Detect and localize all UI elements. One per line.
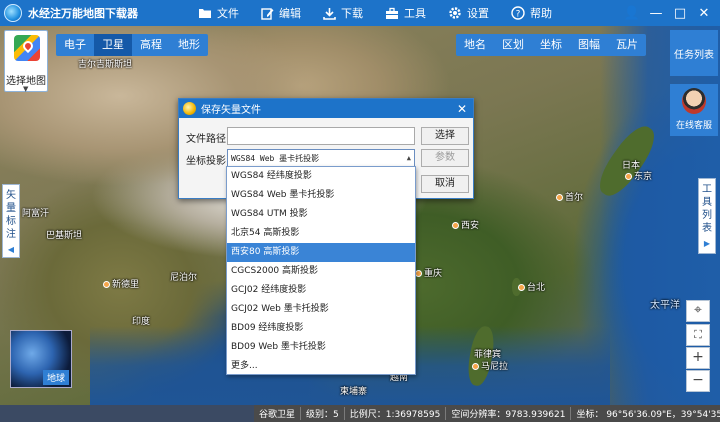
earth-view-label: 地球 bbox=[42, 370, 69, 385]
status-map-source: 谷歌卫星 bbox=[254, 407, 302, 420]
menu-settings[interactable]: 设置 bbox=[448, 5, 489, 21]
tab-electronic[interactable]: 电子 bbox=[56, 34, 94, 56]
projection-option[interactable]: CGCS2000 高斯投影 bbox=[227, 262, 415, 281]
map-place-label: 马尼拉 bbox=[472, 359, 508, 372]
folder-icon bbox=[199, 9, 211, 18]
task-list-button[interactable]: 任务列表 bbox=[670, 30, 718, 76]
projection-option[interactable]: BD09 Web 墨卡托投影 bbox=[227, 338, 415, 357]
projection-option[interactable]: WGS84 UTM 投影 bbox=[227, 205, 415, 224]
projection-option[interactable]: 西安80 高斯投影 bbox=[227, 243, 415, 262]
help-icon: ? bbox=[511, 6, 525, 20]
tool-tiles[interactable]: 瓦片 bbox=[608, 34, 646, 56]
chevron-right-icon: ▶ bbox=[703, 239, 711, 248]
chevron-down-icon: ▲ bbox=[406, 154, 411, 162]
projection-option[interactable]: GCJ02 Web 墨卡托投影 bbox=[227, 300, 415, 319]
projection-option[interactable]: BD09 经纬度投影 bbox=[227, 319, 415, 338]
minimize-button[interactable]: — bbox=[644, 6, 668, 21]
app-logo-icon bbox=[4, 4, 22, 22]
title-bar: 水经注万能地图下载器 文件 编辑 下载 工具 设置 ? 帮助 👤 — □ ✕ bbox=[0, 0, 720, 26]
dialog-title: 保存矢量文件 bbox=[201, 105, 261, 116]
map-place-label: 尼泊尔 bbox=[170, 273, 198, 283]
tool-regions[interactable]: 区划 bbox=[494, 34, 532, 56]
map-tools-bar: 地名 区划 坐标 图幅 瓦片 bbox=[456, 34, 646, 56]
chevron-left-icon: ◀ bbox=[7, 245, 15, 254]
map-place-label: 柬埔寨 bbox=[340, 387, 368, 397]
customer-service-button[interactable]: 在线客服 bbox=[670, 84, 718, 136]
projection-dropdown-list: WGS84 经纬度投影 WGS84 Web 墨卡托投影 WGS84 UTM 投影 北京… bbox=[226, 166, 416, 375]
projection-select[interactable]: WGS84 Web 墨卡托投影 ▲ bbox=[227, 149, 415, 167]
dialog-app-icon bbox=[183, 102, 196, 115]
status-scale: 比例尺：1:36978595 bbox=[345, 407, 447, 420]
tab-elevation[interactable]: 高程 bbox=[132, 34, 170, 56]
menu-help[interactable]: ? 帮助 bbox=[511, 5, 552, 21]
tab-terrain[interactable]: 地形 bbox=[170, 34, 208, 56]
locate-button[interactable]: ⌖ bbox=[686, 300, 710, 322]
vector-annotation-tab[interactable]: 矢量标注 ◀ bbox=[2, 184, 20, 258]
tool-list-label: 工具列表 bbox=[702, 184, 712, 234]
zoom-out-button[interactable]: − bbox=[686, 370, 710, 392]
main-menu: 文件 编辑 下载 工具 设置 ? 帮助 bbox=[198, 0, 574, 26]
status-coordinates: 坐标： 96°56'36.09"E，39°54'35.05"N bbox=[576, 410, 720, 420]
fullscreen-button[interactable]: ⛶ bbox=[686, 324, 710, 346]
menu-tools[interactable]: 工具 bbox=[385, 5, 426, 21]
download-icon bbox=[323, 7, 336, 20]
tool-place-names[interactable]: 地名 bbox=[456, 34, 494, 56]
zoom-in-button[interactable]: + bbox=[686, 347, 710, 369]
close-button[interactable]: ✕ bbox=[692, 6, 716, 21]
select-map-button[interactable]: 选择地图 ▼ bbox=[4, 30, 48, 93]
tool-map-sheets[interactable]: 图幅 bbox=[570, 34, 608, 56]
map-place-label: 太平洋 bbox=[650, 300, 680, 311]
edit-icon bbox=[261, 7, 274, 20]
earth-view-button[interactable]: 地球 bbox=[10, 330, 72, 388]
window-controls: 👤 — □ ✕ bbox=[620, 0, 716, 26]
tab-satellite[interactable]: 卫星 bbox=[94, 34, 132, 56]
app-title: 水经注万能地图下载器 bbox=[28, 7, 138, 20]
chevron-down-icon: ▼ bbox=[23, 85, 29, 93]
tool-list-tab[interactable]: 工具列表 ▶ bbox=[698, 178, 716, 254]
map-place-label: 巴基斯坦 bbox=[46, 231, 83, 241]
dialog-title-bar[interactable]: 保存矢量文件 ✕ bbox=[179, 99, 473, 118]
map-place-label: 印度 bbox=[132, 317, 151, 327]
status-area-left bbox=[0, 405, 254, 422]
projection-option[interactable]: GCJ02 经纬度投影 bbox=[227, 281, 415, 300]
user-icon[interactable]: 👤 bbox=[620, 6, 644, 21]
projection-option[interactable]: WGS84 Web 墨卡托投影 bbox=[227, 186, 415, 205]
projection-selected-value: WGS84 Web 墨卡托投影 bbox=[231, 154, 320, 163]
menu-file[interactable]: 文件 bbox=[198, 5, 239, 21]
menu-download[interactable]: 下载 bbox=[323, 5, 363, 21]
dialog-close-icon[interactable]: ✕ bbox=[457, 102, 467, 116]
map-place-label: 首尔 bbox=[556, 190, 583, 203]
map-place-label: 东京 bbox=[625, 169, 652, 182]
customer-service-label: 在线客服 bbox=[675, 121, 712, 131]
map-place-label: 新德里 bbox=[103, 277, 139, 290]
toolbox-icon bbox=[386, 7, 398, 19]
status-resolution: 空间分辨率：9783.939621 bbox=[446, 407, 572, 420]
params-button[interactable]: 参数 bbox=[421, 149, 469, 167]
map-place-label: 阿富汗 bbox=[22, 209, 50, 219]
gear-icon bbox=[449, 7, 461, 19]
projection-option[interactable]: 更多... bbox=[227, 357, 415, 376]
file-path-label: 文件路径: bbox=[186, 134, 230, 145]
maximize-button[interactable]: □ bbox=[668, 6, 692, 21]
menu-edit[interactable]: 编辑 bbox=[261, 5, 301, 21]
map-type-tabs: 电子 卫星 高程 地形 bbox=[56, 34, 208, 56]
projection-label: 坐标投影: bbox=[186, 156, 230, 167]
map-place-label: 西安 bbox=[452, 218, 479, 231]
agent-avatar-icon bbox=[682, 88, 706, 114]
status-bar: 谷歌卫星 级别：5 比例尺：1:36978595 空间分辨率：9783.9396… bbox=[254, 405, 720, 422]
file-path-input[interactable] bbox=[227, 127, 415, 145]
svg-text:?: ? bbox=[516, 10, 521, 20]
map-place-label: 重庆 bbox=[415, 266, 442, 279]
projection-option[interactable]: 北京54 高斯投影 bbox=[227, 224, 415, 243]
tool-coordinates[interactable]: 坐标 bbox=[532, 34, 570, 56]
vector-annotation-label: 矢量标注 bbox=[6, 190, 16, 240]
cancel-button[interactable]: 取消 bbox=[421, 175, 469, 193]
status-zoom-level: 级别：5 bbox=[301, 407, 345, 420]
map-place-label: 台北 bbox=[518, 280, 545, 293]
browse-button[interactable]: 选择 bbox=[421, 127, 469, 145]
projection-option[interactable]: WGS84 经纬度投影 bbox=[227, 167, 415, 186]
map-place-label: 吉尔吉斯斯坦 bbox=[78, 60, 133, 70]
